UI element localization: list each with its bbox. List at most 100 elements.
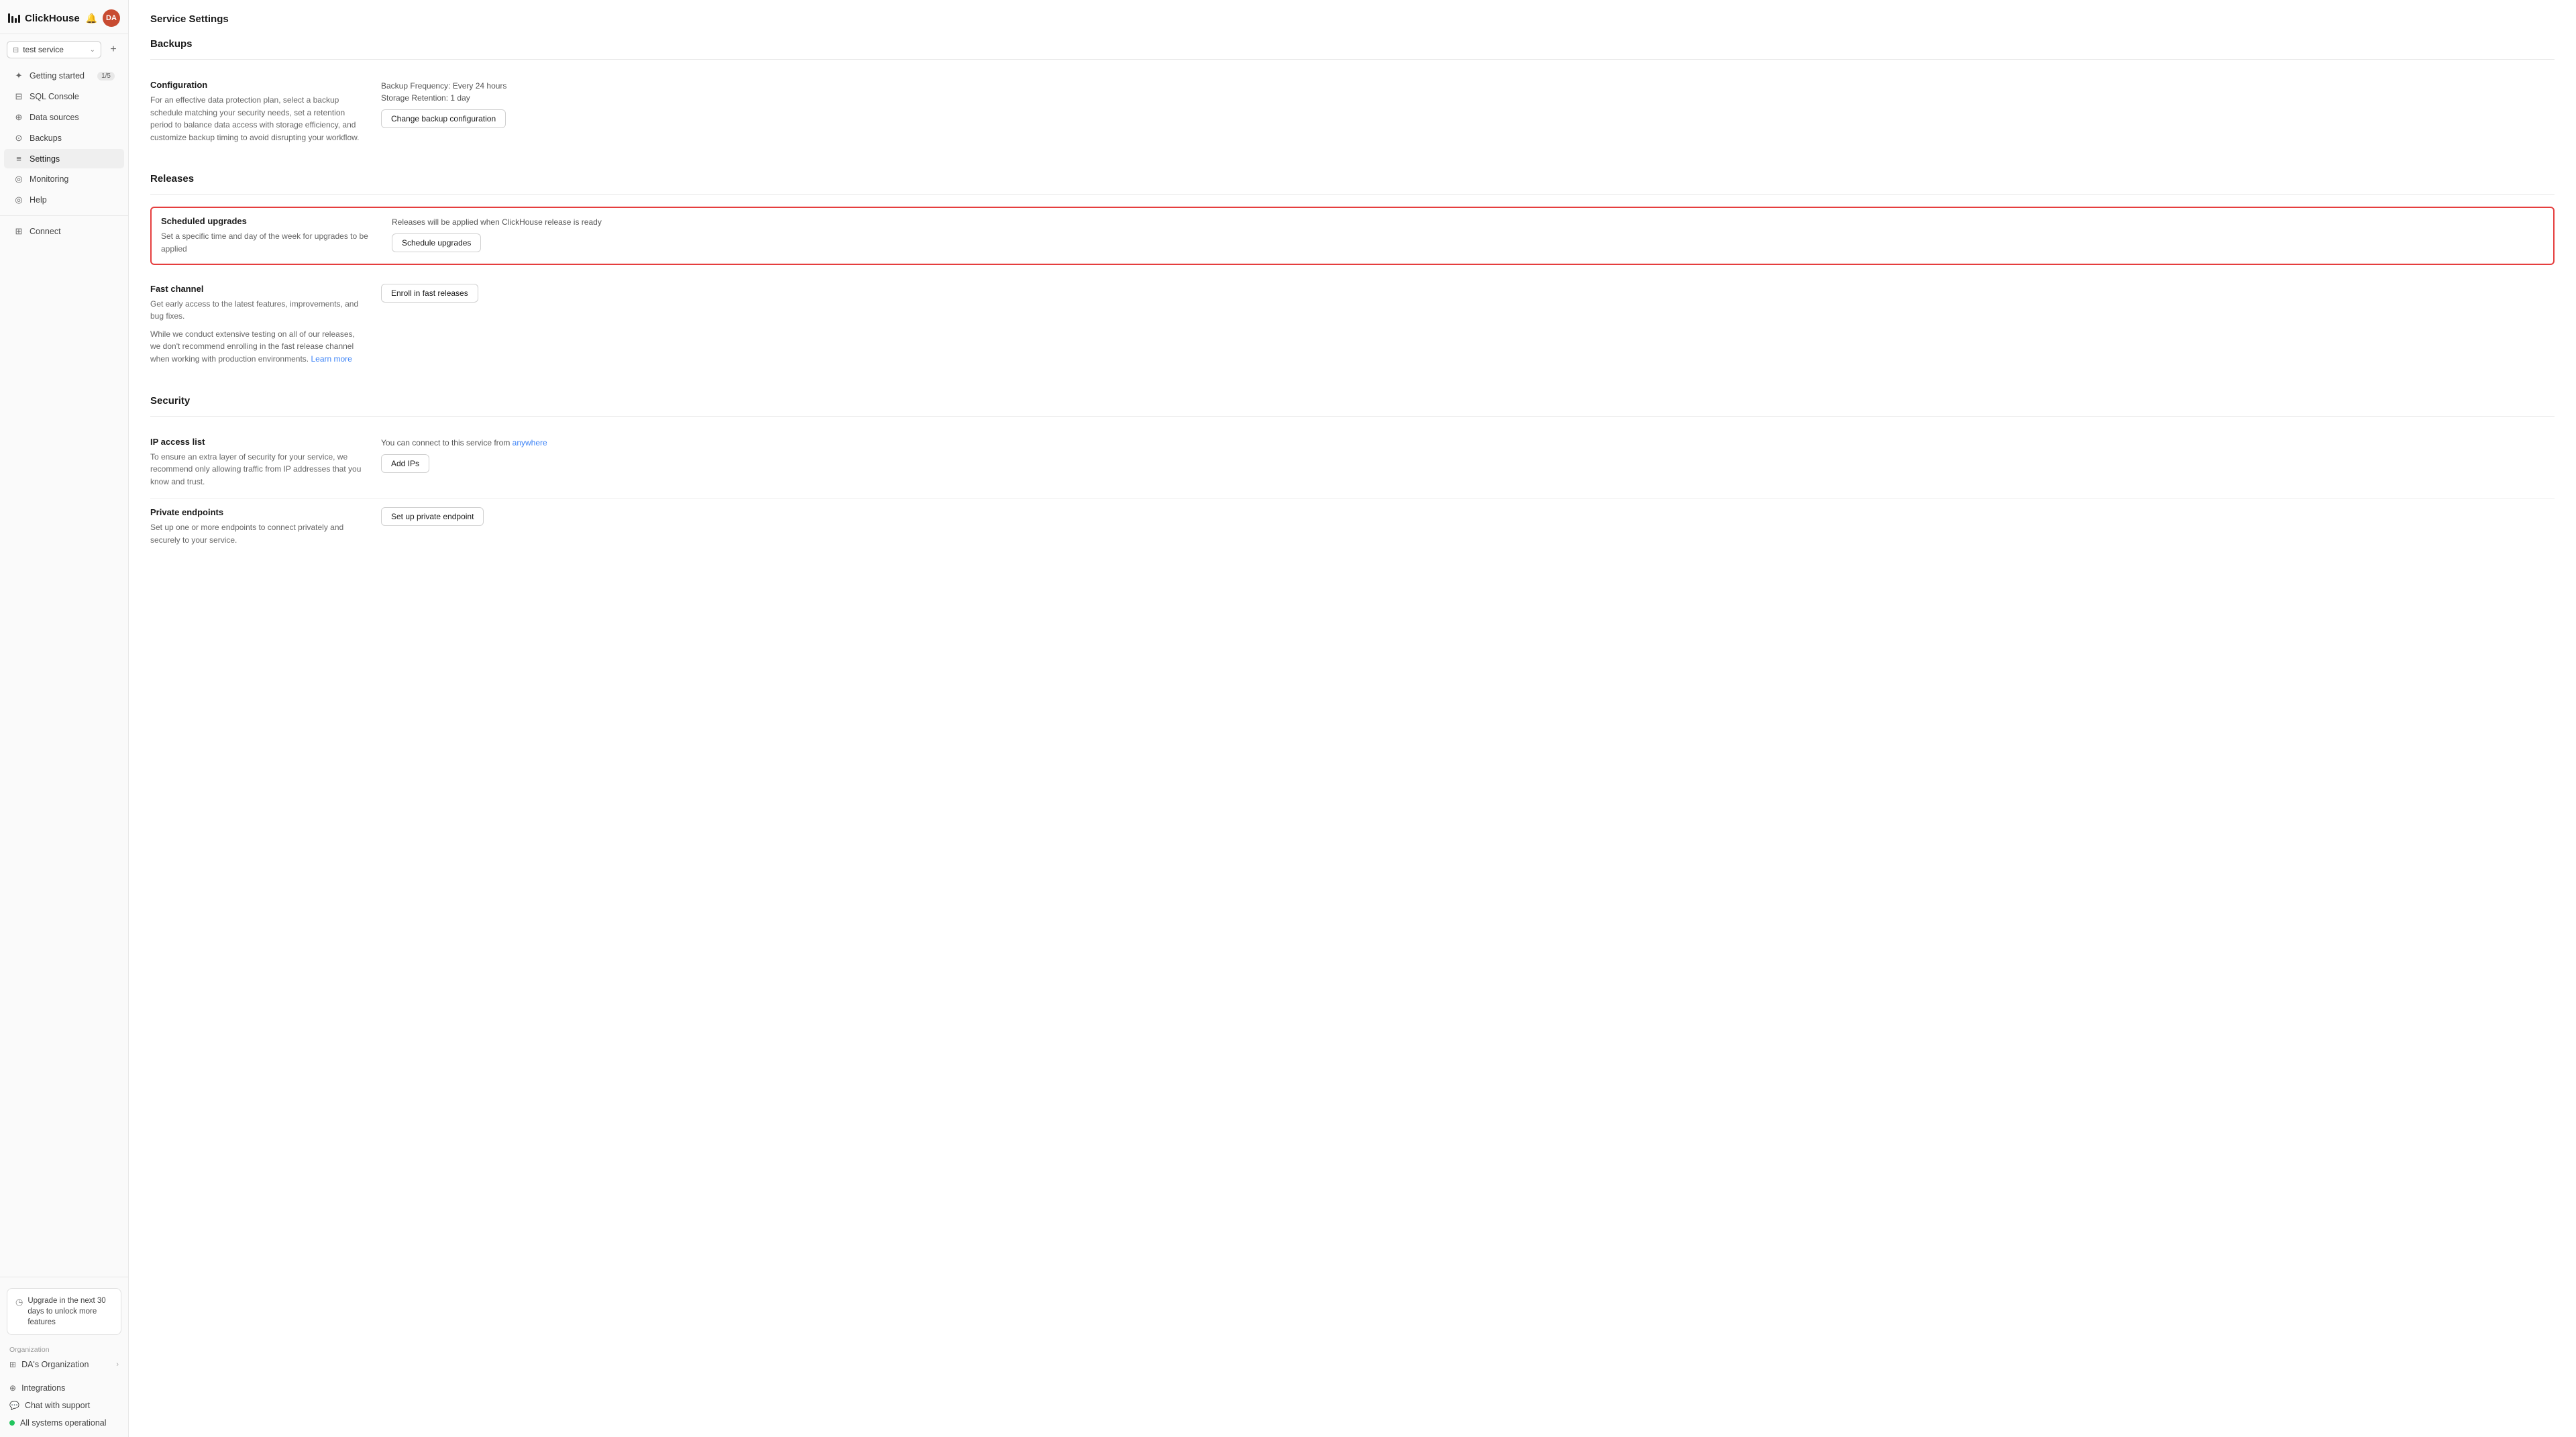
logo-bar-1 bbox=[8, 13, 10, 23]
org-label: Organization bbox=[9, 1346, 119, 1354]
logo-bar-3 bbox=[15, 18, 17, 23]
ip-access-left: IP access list To ensure an extra layer … bbox=[150, 437, 365, 488]
private-endpoints-left: Private endpoints Set up one or more end… bbox=[150, 507, 365, 546]
sidebar-item-backups[interactable]: ⊙ Backups bbox=[4, 128, 124, 148]
ip-access-right: You can connect to this service from any… bbox=[381, 437, 2555, 488]
fast-channel-right: Enroll in fast releases bbox=[381, 284, 2555, 366]
chevron-down-icon: ⌄ bbox=[90, 46, 95, 54]
help-icon: ◎ bbox=[13, 195, 24, 205]
integrations-icon: ⊕ bbox=[9, 1383, 16, 1393]
scheduled-upgrades-right: Releases will be applied when ClickHouse… bbox=[392, 216, 2544, 255]
anywhere-link[interactable]: anywhere bbox=[513, 438, 547, 447]
page-title: Service Settings bbox=[150, 13, 2555, 25]
sidebar-item-data-sources[interactable]: ⊕ Data sources bbox=[4, 107, 124, 127]
backups-section-title: Backups bbox=[150, 38, 2555, 50]
releases-divider bbox=[150, 194, 2555, 195]
logo-bar-2 bbox=[11, 16, 13, 23]
scheduled-upgrades-label: Scheduled upgrades bbox=[161, 216, 376, 226]
sidebar-item-label: Data sources bbox=[30, 113, 79, 122]
getting-started-badge: 1/5 bbox=[97, 72, 115, 81]
org-item-left: ⊞ DA's Organization bbox=[9, 1360, 89, 1369]
scheduled-upgrades-status: Releases will be applied when ClickHouse… bbox=[392, 216, 2544, 228]
upgrade-text: Upgrade in the next 30 days to unlock mo… bbox=[28, 1295, 113, 1328]
org-chevron-icon: › bbox=[116, 1361, 119, 1369]
integrations-link[interactable]: ⊕ Integrations bbox=[0, 1379, 128, 1397]
schedule-upgrades-button[interactable]: Schedule upgrades bbox=[392, 233, 481, 252]
upgrade-box[interactable]: ◷ Upgrade in the next 30 days to unlock … bbox=[7, 1288, 121, 1335]
upgrade-icon: ◷ bbox=[15, 1296, 23, 1308]
sidebar-item-settings[interactable]: ≡ Settings bbox=[4, 149, 124, 168]
sidebar-item-label: Help bbox=[30, 195, 47, 205]
ip-access-info-prefix: You can connect to this service from bbox=[381, 438, 513, 447]
avatar[interactable]: DA bbox=[103, 9, 120, 27]
app-logo: ClickHouse bbox=[8, 13, 80, 24]
backup-config-right: Backup Frequency: Every 24 hours Storage… bbox=[381, 80, 2555, 144]
add-service-button[interactable]: + bbox=[105, 42, 121, 58]
settings-icon: ≡ bbox=[13, 154, 24, 164]
service-dropdown[interactable]: ⊟ test service ⌄ bbox=[7, 41, 101, 58]
fast-channel-desc2: While we conduct extensive testing on al… bbox=[150, 328, 365, 366]
backup-freq-info: Backup Frequency: Every 24 hours Storage… bbox=[381, 80, 2555, 104]
backups-divider bbox=[150, 59, 2555, 60]
service-dropdown-label: ⊟ test service bbox=[13, 45, 64, 54]
change-backup-button[interactable]: Change backup configuration bbox=[381, 109, 506, 128]
backup-config-label: Configuration bbox=[150, 80, 365, 90]
chat-support-link[interactable]: 💬 Chat with support bbox=[0, 1397, 128, 1414]
ip-access-label: IP access list bbox=[150, 437, 365, 447]
service-name: test service bbox=[23, 45, 64, 54]
service-selector-icon: ⊟ bbox=[13, 46, 19, 54]
add-ips-button[interactable]: Add IPs bbox=[381, 454, 429, 473]
logo-bar-4 bbox=[18, 15, 20, 23]
main-nav: ✦ Getting started 1/5 ⊟ SQL Console ⊕ Da… bbox=[0, 62, 128, 1277]
sidebar-item-sql-console[interactable]: ⊟ SQL Console bbox=[4, 87, 124, 107]
org-item[interactable]: ⊞ DA's Organization › bbox=[9, 1356, 119, 1373]
ip-access-desc: To ensure an extra layer of security for… bbox=[150, 451, 365, 488]
chat-support-label: Chat with support bbox=[25, 1401, 90, 1410]
service-selector: ⊟ test service ⌄ + bbox=[7, 41, 121, 58]
enroll-fast-releases-button[interactable]: Enroll in fast releases bbox=[381, 284, 478, 303]
ip-access-row: IP access list To ensure an extra layer … bbox=[150, 429, 2555, 500]
learn-more-link[interactable]: Learn more bbox=[311, 354, 352, 364]
setup-private-endpoint-button[interactable]: Set up private endpoint bbox=[381, 507, 484, 526]
system-status-link[interactable]: All systems operational bbox=[0, 1414, 128, 1432]
sidebar: ClickHouse 🔔 DA ⊟ test service ⌄ + ✦ Get… bbox=[0, 0, 129, 1437]
org-icon: ⊞ bbox=[9, 1360, 16, 1369]
security-section: Security IP access list To ensure an ext… bbox=[150, 395, 2555, 557]
backup-config-left: Configuration For an effective data prot… bbox=[150, 80, 365, 144]
system-status-label: All systems operational bbox=[20, 1418, 107, 1428]
sidebar-item-monitoring[interactable]: ◎ Monitoring bbox=[4, 169, 124, 189]
backups-icon: ⊙ bbox=[13, 133, 24, 144]
integrations-label: Integrations bbox=[21, 1383, 65, 1393]
sidebar-item-label: SQL Console bbox=[30, 92, 79, 101]
fast-channel-left: Fast channel Get early access to the lat… bbox=[150, 284, 365, 366]
releases-section-title: Releases bbox=[150, 173, 2555, 184]
security-section-title: Security bbox=[150, 395, 2555, 407]
connect-icon: ⊞ bbox=[13, 226, 24, 237]
sidebar-header: ClickHouse 🔔 DA bbox=[0, 0, 128, 34]
private-endpoints-desc: Set up one or more endpoints to connect … bbox=[150, 521, 365, 546]
releases-section: Releases Scheduled upgrades Set a specif… bbox=[150, 173, 2555, 376]
fast-channel-desc1: Get early access to the latest features,… bbox=[150, 298, 365, 323]
sidebar-item-getting-started[interactable]: ✦ Getting started 1/5 bbox=[4, 66, 124, 86]
header-actions: 🔔 DA bbox=[86, 9, 120, 27]
chat-icon: 💬 bbox=[9, 1401, 19, 1410]
backup-config-row: Configuration For an effective data prot… bbox=[150, 72, 2555, 154]
sidebar-bottom: ◷ Upgrade in the next 30 days to unlock … bbox=[0, 1277, 128, 1437]
sidebar-item-label: Connect bbox=[30, 227, 61, 236]
sidebar-item-label: Getting started bbox=[30, 71, 85, 81]
status-dot-icon bbox=[9, 1420, 15, 1426]
sidebar-item-connect[interactable]: ⊞ Connect bbox=[4, 221, 124, 242]
monitoring-icon: ◎ bbox=[13, 174, 24, 184]
bottom-links: ⊕ Integrations 💬 Chat with support All s… bbox=[0, 1377, 128, 1434]
logo-icon bbox=[8, 13, 20, 23]
private-endpoints-right: Set up private endpoint bbox=[381, 507, 2555, 546]
security-divider bbox=[150, 416, 2555, 417]
app-name: ClickHouse bbox=[25, 13, 80, 24]
ip-access-info: You can connect to this service from any… bbox=[381, 437, 2555, 449]
scheduled-upgrades-desc: Set a specific time and day of the week … bbox=[161, 230, 376, 255]
private-endpoints-label: Private endpoints bbox=[150, 507, 365, 517]
backups-section: Backups Configuration For an effective d… bbox=[150, 38, 2555, 154]
notification-bell-icon[interactable]: 🔔 bbox=[86, 13, 97, 24]
sidebar-item-help[interactable]: ◎ Help bbox=[4, 190, 124, 210]
main-content: Service Settings Backups Configuration F… bbox=[129, 0, 2576, 1437]
